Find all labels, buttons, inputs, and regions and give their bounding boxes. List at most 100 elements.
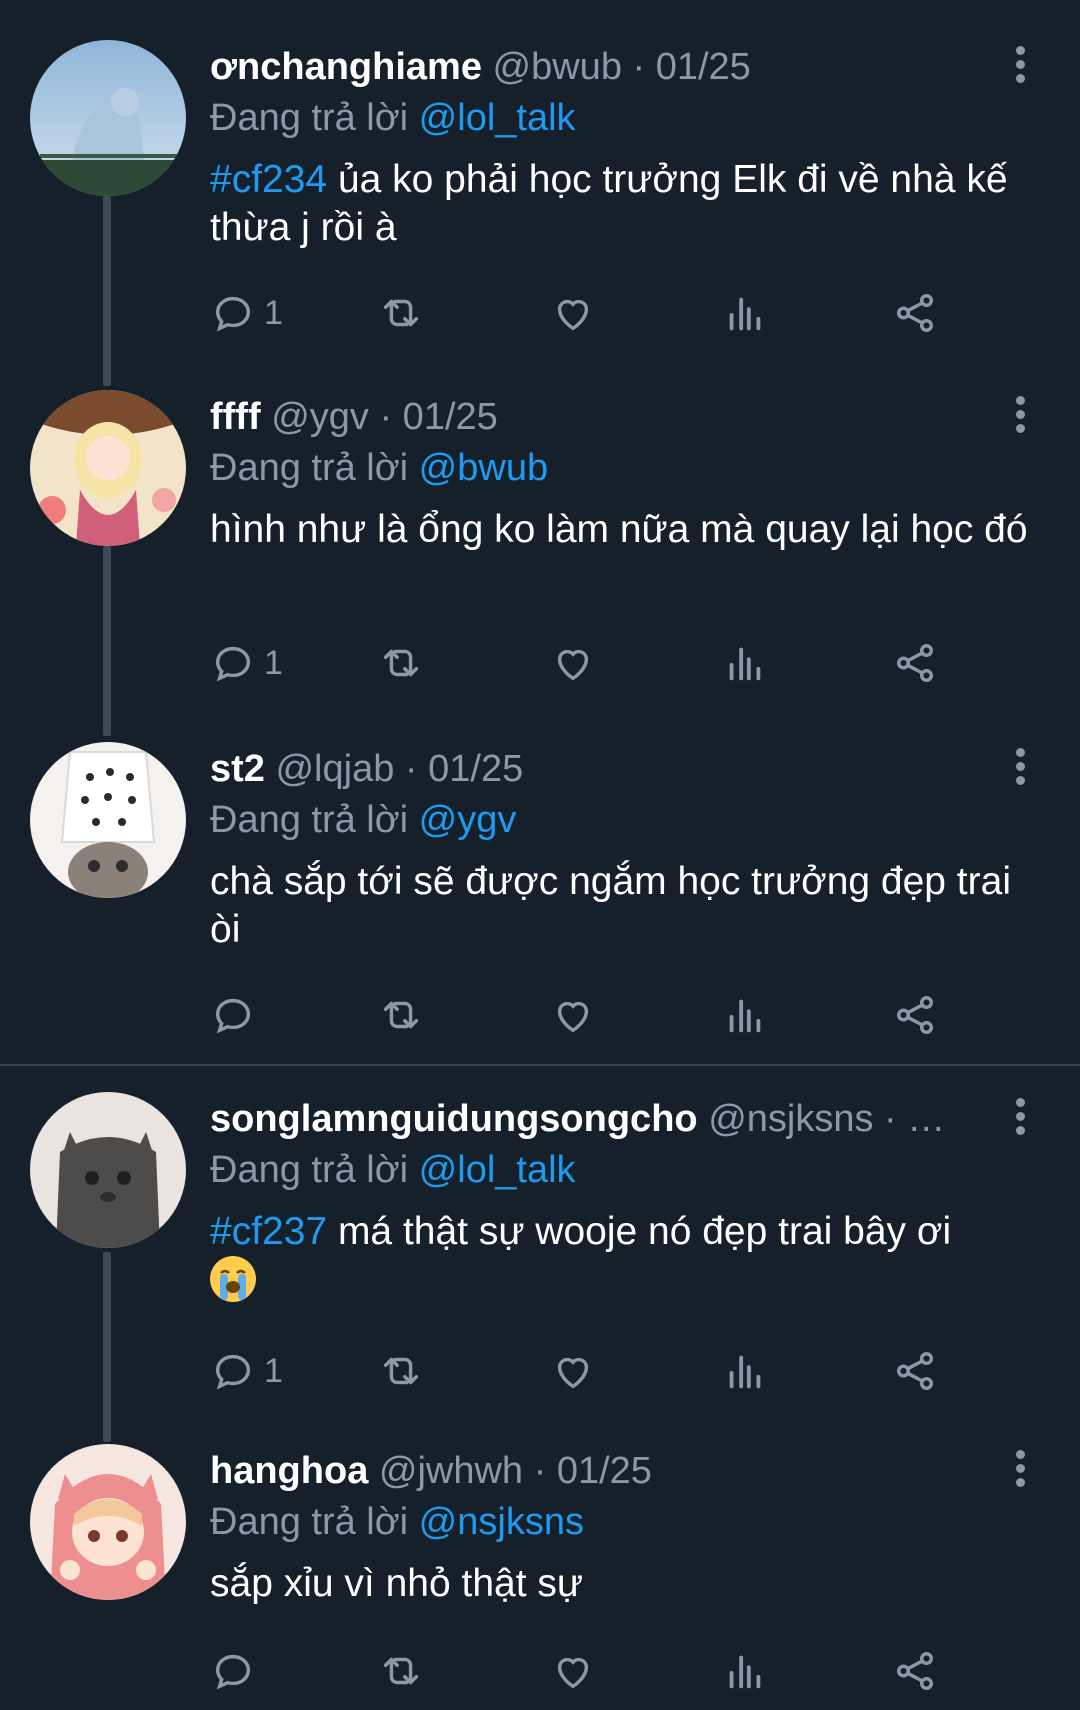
share-button[interactable] (892, 638, 938, 688)
avatar[interactable] (30, 1092, 186, 1248)
display-name[interactable]: ơnchanghiame (210, 46, 482, 88)
more-icon[interactable] (1010, 1098, 1030, 1142)
reply-mention[interactable]: @bwub (419, 447, 548, 489)
views-button[interactable] (722, 1646, 768, 1696)
replying-to: Đang trả lời @bwub (210, 444, 548, 492)
tweet-header: hanghoa @jwhwh · 01/25 (210, 1446, 980, 1496)
reply-mention[interactable]: @lol_talk (419, 1149, 576, 1191)
hashtag-link[interactable]: #cf234 (210, 158, 327, 201)
timestamp[interactable]: · 01/25 (405, 748, 523, 790)
share-icon (896, 1652, 934, 1690)
tweet-header: ffff @ygv · 01/25 (210, 392, 980, 442)
share-button[interactable] (892, 990, 938, 1040)
retweet-button[interactable] (378, 638, 424, 688)
action-bar: 1 (210, 288, 1020, 338)
replying-label: Đang trả lời (210, 799, 409, 841)
reply-button[interactable]: 1 (210, 288, 283, 338)
display-name[interactable]: songlamnguidungsongcho (210, 1098, 698, 1140)
retweet-button[interactable] (378, 1346, 424, 1396)
more-icon[interactable] (1010, 396, 1030, 440)
handle[interactable]: @ygv (271, 396, 369, 438)
views-button[interactable] (722, 288, 768, 338)
more-icon[interactable] (1010, 748, 1030, 792)
views-button[interactable] (722, 638, 768, 688)
views-button[interactable] (722, 990, 768, 1040)
reply-mention[interactable]: @nsjksns (419, 1501, 584, 1543)
avatar[interactable] (30, 40, 186, 196)
avatar[interactable] (30, 742, 186, 898)
more-icon[interactable] (1010, 46, 1030, 90)
replying-to: Đang trả lời @lol_talk (210, 94, 576, 142)
timestamp[interactable]: · 01/25 (633, 46, 751, 88)
reply-icon (215, 646, 251, 682)
action-bar (210, 990, 1020, 1040)
share-button[interactable] (892, 1646, 938, 1696)
like-button[interactable] (550, 288, 596, 338)
retweet-icon (383, 1357, 419, 1385)
reply-button[interactable]: 1 (210, 638, 283, 688)
handle[interactable]: @jwhwh (379, 1450, 523, 1492)
thread-line (103, 1252, 111, 1442)
share-icon (896, 996, 934, 1034)
views-button[interactable] (722, 1346, 768, 1396)
reply-icon (215, 296, 251, 332)
reply-count: 1 (264, 1351, 283, 1390)
handle[interactable]: @lqjab (275, 748, 394, 790)
tweet-text: #cf237 má thật sự wooje nó đẹp trai bây … (210, 1208, 1030, 1306)
tweet-header: songlamnguidungsongcho @nsjksns · … (210, 1094, 980, 1144)
reply-button[interactable] (210, 1646, 264, 1696)
replying-label: Đang trả lời (210, 447, 409, 489)
timestamp[interactable]: · 01/25 (379, 396, 497, 438)
display-name[interactable]: hanghoa (210, 1450, 368, 1492)
reply-icon (215, 1654, 251, 1690)
like-icon (557, 299, 589, 331)
handle[interactable]: @nsjksns (708, 1098, 873, 1140)
tweet-body: ủa ko phải học trưởng Elk đi về nhà kế t… (210, 158, 1008, 249)
like-icon (557, 1357, 589, 1389)
handle[interactable]: @bwub (493, 46, 622, 88)
timestamp[interactable]: · 01/25 (534, 1450, 652, 1492)
tweet-text: chà sắp tới sẽ được ngắm học trưởng đẹp … (210, 858, 1030, 954)
reply-button[interactable] (210, 990, 264, 1040)
timestamp[interactable]: · … (884, 1098, 945, 1140)
tweet-header: st2 @lqjab · 01/25 (210, 744, 980, 794)
tweet-header: ơnchanghiame @bwub · 01/25 (210, 42, 980, 92)
display-name[interactable]: st2 (210, 748, 265, 790)
retweet-icon (383, 649, 419, 677)
action-bar: 1 (210, 1346, 1020, 1396)
tweet-text: #cf234 ủa ko phải học trưởng Elk đi về n… (210, 156, 1030, 252)
retweet-icon (383, 1001, 419, 1029)
tweet-text: sắp xỉu vì nhỏ thật sự (210, 1560, 1030, 1608)
retweet-icon (383, 299, 419, 327)
reply-button[interactable]: 1 (210, 1346, 283, 1396)
reply-mention[interactable]: @lol_talk (419, 97, 576, 139)
action-bar (210, 1646, 1020, 1696)
retweet-button[interactable] (378, 990, 424, 1040)
avatar[interactable] (30, 390, 186, 546)
tweet-body: sắp xỉu vì nhỏ thật sự (210, 1562, 583, 1605)
like-button[interactable] (550, 638, 596, 688)
display-name[interactable]: ffff (210, 396, 261, 438)
more-icon[interactable] (1010, 1450, 1030, 1494)
thread-divider (0, 1064, 1080, 1066)
reply-count: 1 (264, 293, 283, 332)
thread-line (103, 546, 111, 736)
replying-label: Đang trả lời (210, 1149, 409, 1191)
reply-icon (215, 998, 251, 1034)
retweet-button[interactable] (378, 1646, 424, 1696)
share-button[interactable] (892, 1346, 938, 1396)
avatar[interactable] (30, 1444, 186, 1600)
replying-to: Đang trả lời @nsjksns (210, 1498, 584, 1546)
retweet-button[interactable] (378, 288, 424, 338)
like-button[interactable] (550, 1646, 596, 1696)
thread-line (103, 196, 111, 386)
like-button[interactable] (550, 990, 596, 1040)
like-button[interactable] (550, 1346, 596, 1396)
tweet-text: hình như là ổng ko làm nữa mà quay lại h… (210, 506, 1030, 554)
share-button[interactable] (892, 288, 938, 338)
hashtag-link[interactable]: #cf237 (210, 1210, 327, 1253)
views-icon (729, 1355, 761, 1389)
tweet-body: má thật sự wooje nó đẹp trai bây ơi (327, 1210, 952, 1253)
reply-mention[interactable]: @ygv (419, 799, 517, 841)
tweet-body: chà sắp tới sẽ được ngắm học trưởng đẹp … (210, 860, 1011, 951)
